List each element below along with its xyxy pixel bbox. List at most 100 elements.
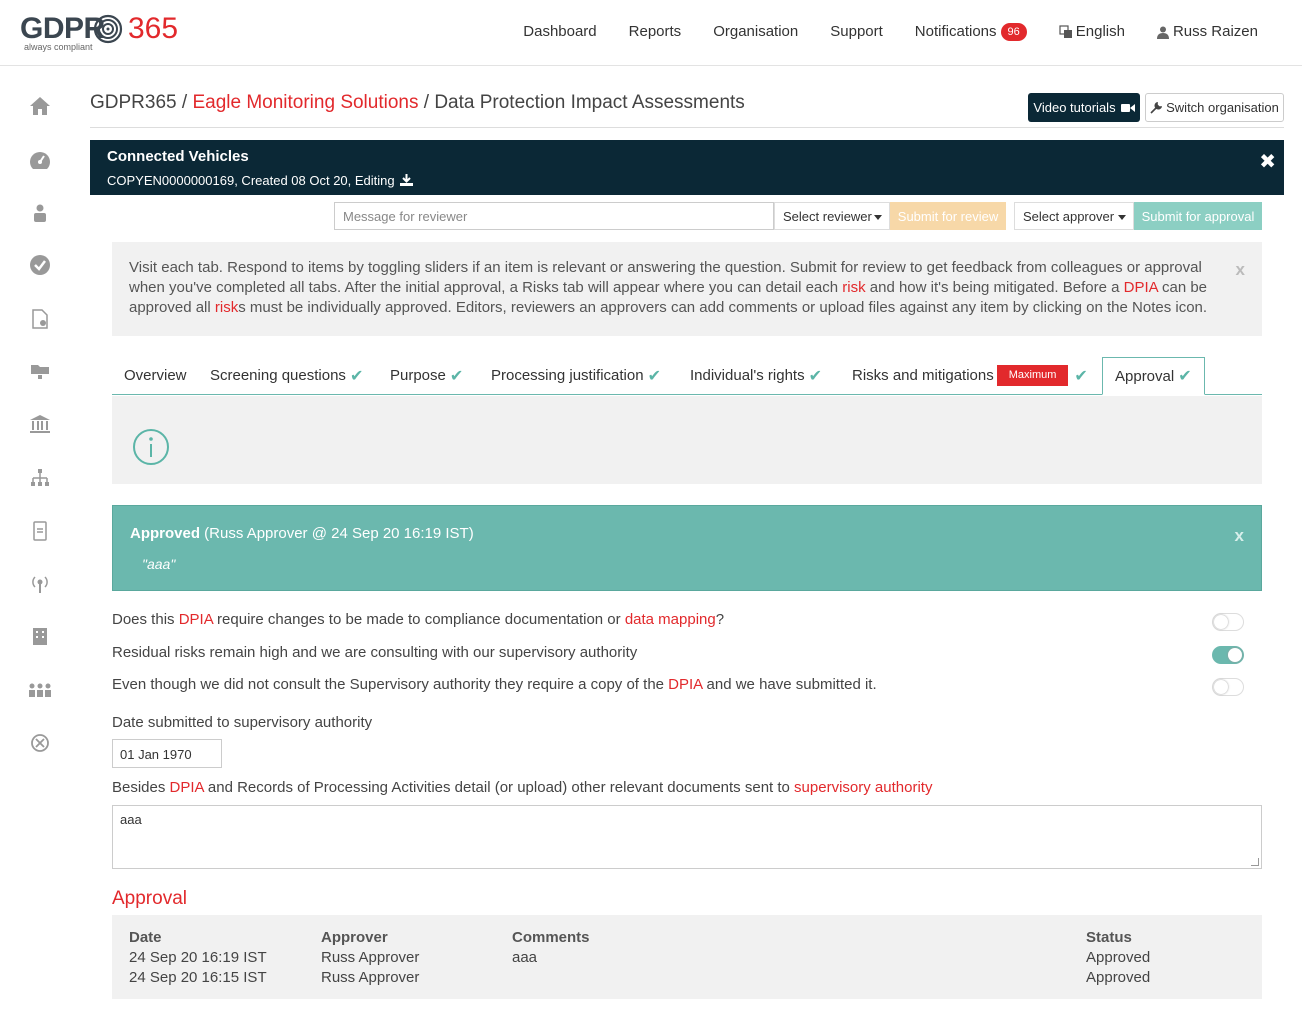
- info-risks-link[interactable]: risk: [215, 299, 238, 316]
- tab-screening-questions[interactable]: Screening questions ✔: [198, 357, 375, 394]
- download-icon[interactable]: [400, 174, 414, 186]
- header-approver: Approver: [321, 929, 388, 946]
- nav-notifications[interactable]: Notifications 96: [899, 22, 1043, 42]
- nav-reports[interactable]: Reports: [613, 22, 698, 42]
- translate-icon: [1059, 25, 1072, 38]
- tab-bar: Overview Screening questions ✔ Purpose ✔ P…: [112, 357, 1262, 395]
- dashboard-gauge-icon[interactable]: [28, 148, 52, 172]
- nav-language[interactable]: English: [1043, 22, 1141, 42]
- question-text: and we have submitted it.: [702, 676, 877, 693]
- question-text: require changes to be made to compliance…: [212, 611, 625, 628]
- toggle-compliance-changes[interactable]: [1212, 613, 1244, 631]
- column-comments: Comments aaa: [512, 928, 590, 968]
- documents-textarea[interactable]: aaa: [112, 805, 1262, 869]
- org-chart-icon[interactable]: [28, 466, 52, 490]
- home-icon[interactable]: [28, 94, 52, 118]
- info-callout: [112, 396, 1262, 484]
- info-circle-icon: [133, 429, 169, 465]
- tab-purpose[interactable]: Purpose ✔: [378, 357, 475, 394]
- table-cell: aaa: [512, 949, 538, 966]
- record-subtitle-text: COPYEN0000000169, Created 08 Oct 20, Edi…: [107, 173, 395, 188]
- checkmark-icon: ✔: [1074, 367, 1088, 385]
- header-status: Status: [1086, 929, 1132, 946]
- select-approver-dropdown[interactable]: Select approver: [1014, 202, 1134, 230]
- user-icon[interactable]: [28, 201, 52, 225]
- question-text: Even though we did not consult the Super…: [112, 676, 669, 693]
- maximum-risk-badge: Maximum: [996, 365, 1069, 386]
- submit-for-review-button[interactable]: Submit for review: [890, 202, 1006, 230]
- bank-icon[interactable]: [28, 412, 52, 436]
- breadcrumb-sep: /: [176, 92, 193, 113]
- broadcast-icon[interactable]: [28, 572, 52, 596]
- toggle-knob: [1214, 680, 1228, 694]
- video-tutorials-button[interactable]: Video tutorials: [1028, 93, 1140, 122]
- tab-label: Purpose: [390, 367, 446, 384]
- logo-number-text: 365: [128, 12, 179, 45]
- select-approver-label: Select approver: [1023, 209, 1115, 224]
- approved-banner: Approved (Russ Approver @ 24 Sep 20 16:1…: [112, 505, 1262, 591]
- message-for-reviewer-input[interactable]: Message for reviewer: [334, 202, 774, 230]
- chevron-down-icon: [1118, 215, 1126, 220]
- toggle-knob: [1214, 615, 1228, 629]
- resize-handle[interactable]: [1251, 858, 1259, 866]
- header-comments: Comments: [512, 929, 590, 946]
- nav-support[interactable]: Support: [814, 22, 899, 42]
- shield-x-icon[interactable]: [28, 731, 52, 755]
- dpia-link[interactable]: DPIA: [170, 779, 204, 796]
- record-header: Connected Vehicles COPYEN0000000169, Cre…: [90, 140, 1284, 195]
- nav-organisation[interactable]: Organisation: [697, 22, 814, 42]
- notifications-count-badge: 96: [1000, 23, 1027, 41]
- close-approved-icon[interactable]: x: [1235, 526, 1244, 546]
- table-cell: Russ Approver: [321, 949, 420, 966]
- switch-organisation-label: Switch organisation: [1166, 100, 1279, 115]
- date-submitted-label: Date submitted to supervisory authority: [112, 714, 373, 731]
- tab-risks-and-mitigations[interactable]: Risks and mitigations Maximum ✔: [840, 357, 1100, 394]
- approval-section-title: Approval: [112, 888, 187, 909]
- data-mapping-link[interactable]: data mapping: [625, 611, 716, 628]
- question-text: Does this: [112, 611, 179, 628]
- mobile-doc-icon[interactable]: [28, 519, 52, 543]
- breadcrumb-org[interactable]: Eagle Monitoring Solutions: [192, 92, 418, 113]
- column-date: Date 24 Sep 20 16:19 IST 24 Sep 20 16:15…: [129, 928, 267, 988]
- users-icon[interactable]: [28, 678, 52, 702]
- toggle-residual-risks[interactable]: [1212, 646, 1244, 664]
- column-approver: Approver Russ Approver Russ Approver: [321, 928, 419, 988]
- building-icon[interactable]: [28, 624, 52, 648]
- close-instructions-icon[interactable]: x: [1236, 260, 1245, 280]
- checkmark-icon: ✔: [647, 367, 661, 385]
- tab-overview[interactable]: Overview: [112, 357, 199, 394]
- dpia-link[interactable]: DPIA: [668, 676, 702, 693]
- chevron-down-icon: [874, 215, 882, 220]
- checkmark-icon: ✔: [1178, 368, 1192, 385]
- toggle-supervisory-copy[interactable]: [1212, 678, 1244, 696]
- gdpr365-logo[interactable]: GDPR 365 always compliant: [20, 12, 190, 56]
- wrench-icon: [1150, 101, 1163, 114]
- tab-individuals-rights[interactable]: Individual's rights ✔: [678, 357, 834, 394]
- approved-detail: (Russ Approver @ 24 Sep 20 16:19 IST): [200, 525, 474, 542]
- folder-icon[interactable]: [28, 359, 52, 383]
- table-cell: Approved: [1086, 969, 1151, 986]
- tab-processing-justification[interactable]: Processing justification ✔: [479, 357, 673, 394]
- supervisory-authority-link[interactable]: supervisory authority: [794, 779, 932, 796]
- date-submitted-input[interactable]: 01 Jan 1970: [112, 739, 222, 768]
- info-dpia-link[interactable]: DPIA: [1124, 279, 1158, 296]
- document-settings-icon[interactable]: [28, 307, 52, 331]
- tab-label: Individual's rights: [690, 367, 805, 384]
- info-risk-link[interactable]: risk: [842, 279, 865, 296]
- switch-organisation-button[interactable]: Switch organisation: [1145, 93, 1284, 122]
- nav-user[interactable]: Russ Raizen: [1141, 22, 1274, 42]
- table-cell: Approved: [1086, 949, 1151, 966]
- check-circle-icon[interactable]: [28, 253, 52, 277]
- toggle-knob: [1228, 648, 1242, 662]
- tab-label: Screening questions: [210, 367, 346, 384]
- dpia-link[interactable]: DPIA: [179, 611, 213, 628]
- close-icon[interactable]: ✖: [1259, 149, 1276, 174]
- fingerprint-icon: [93, 14, 123, 44]
- submit-for-approval-button[interactable]: Submit for approval: [1134, 202, 1262, 230]
- select-reviewer-dropdown[interactable]: Select reviewer: [774, 202, 890, 230]
- breadcrumb-root[interactable]: GDPR365: [90, 92, 177, 113]
- documents-label: Besides DPIA and Records of Processing A…: [112, 779, 932, 796]
- nav-dashboard[interactable]: Dashboard: [507, 22, 612, 42]
- label-text: Besides: [112, 779, 170, 796]
- tab-approval[interactable]: Approval ✔: [1102, 357, 1205, 395]
